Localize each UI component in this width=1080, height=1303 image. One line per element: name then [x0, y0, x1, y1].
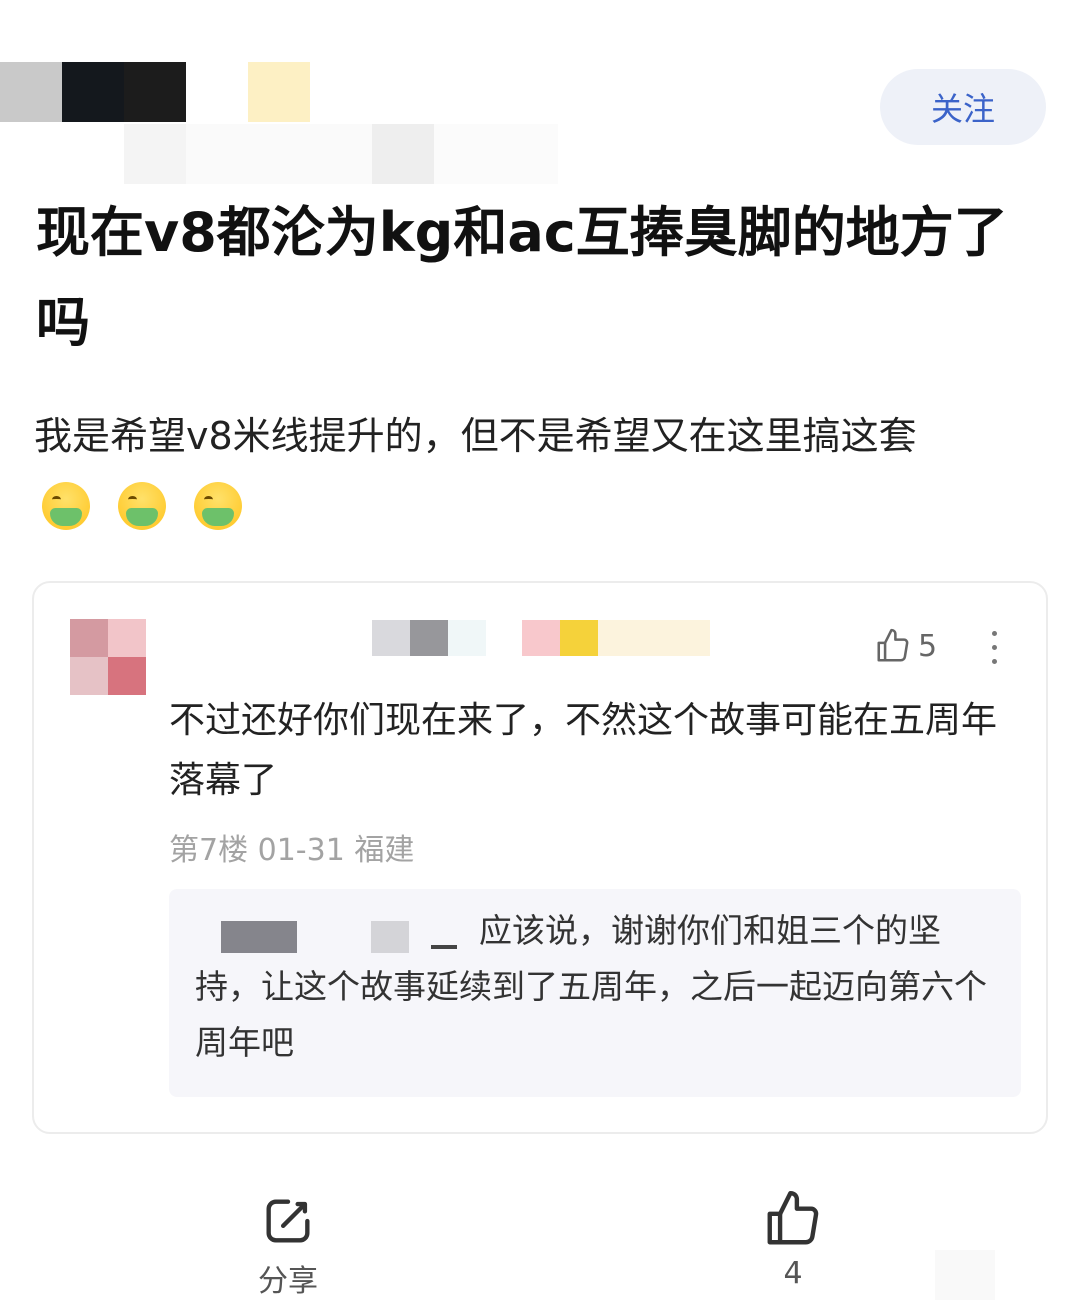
nauseated-face-icon [42, 482, 90, 530]
comment-text: 不过还好你们现在来了，不然这个故事可能在五周年落幕了 [169, 700, 998, 801]
comment-card: 5 不过还好你们现在来了，不然这个故事可能在五周年落幕了 第7楼 01-31 福… [32, 581, 1048, 1134]
post-body: 我是希望v8米线提升的，但不是希望又在这里搞这套 [34, 414, 917, 458]
redacted-badge-block [560, 620, 598, 656]
redacted-badge-block [522, 620, 560, 656]
comment-meta: 第7楼 01-31 福建 [169, 833, 415, 868]
share-button[interactable]: 分享 [250, 1192, 326, 1300]
share-icon [266, 1199, 310, 1243]
nauseated-face-icon [194, 482, 242, 530]
thumbs-up-icon [767, 1190, 819, 1245]
redacted-avatar-block [0, 62, 62, 122]
thumbs-up-icon [877, 628, 909, 662]
redacted-badge-block [598, 620, 710, 656]
redacted-corner [935, 1250, 995, 1300]
redacted-username-block [372, 620, 410, 656]
redacted-info-block [372, 124, 434, 184]
comment-like-button[interactable]: 5 [874, 627, 937, 665]
redacted-username-block [410, 620, 448, 656]
like-button[interactable]: 4 [755, 1188, 831, 1291]
redacted-username-block [448, 620, 486, 656]
redacted-info-block [434, 124, 558, 184]
redacted-username-block [248, 62, 310, 122]
avatar[interactable] [70, 619, 146, 695]
like-count: 4 [783, 1256, 803, 1291]
share-label: 分享 [258, 1264, 318, 1299]
post-title: 现在v8都沦为kg和ac互捧臭脚的地方了吗 [36, 201, 1008, 354]
redacted-info-block [186, 124, 372, 184]
reply-box[interactable]: 应该说，谢谢你们和姐三个的坚持，让这个故事延续到了五周年，之后一起迈向第六个周年… [169, 889, 1021, 1097]
redacted-info-block [124, 124, 186, 184]
nauseated-face-icon [118, 482, 166, 530]
emoji-row [42, 482, 242, 530]
more-options-icon[interactable] [989, 631, 999, 671]
reply-text: 应该说，谢谢你们和姐三个的坚持，让这个故事延续到了五周年，之后一起迈向第六个周年… [195, 911, 987, 1062]
follow-button[interactable]: 关注 [880, 69, 1046, 145]
comment-like-count: 5 [918, 628, 938, 664]
redacted-avatar-block [124, 62, 186, 122]
redacted-avatar-block [62, 62, 124, 122]
